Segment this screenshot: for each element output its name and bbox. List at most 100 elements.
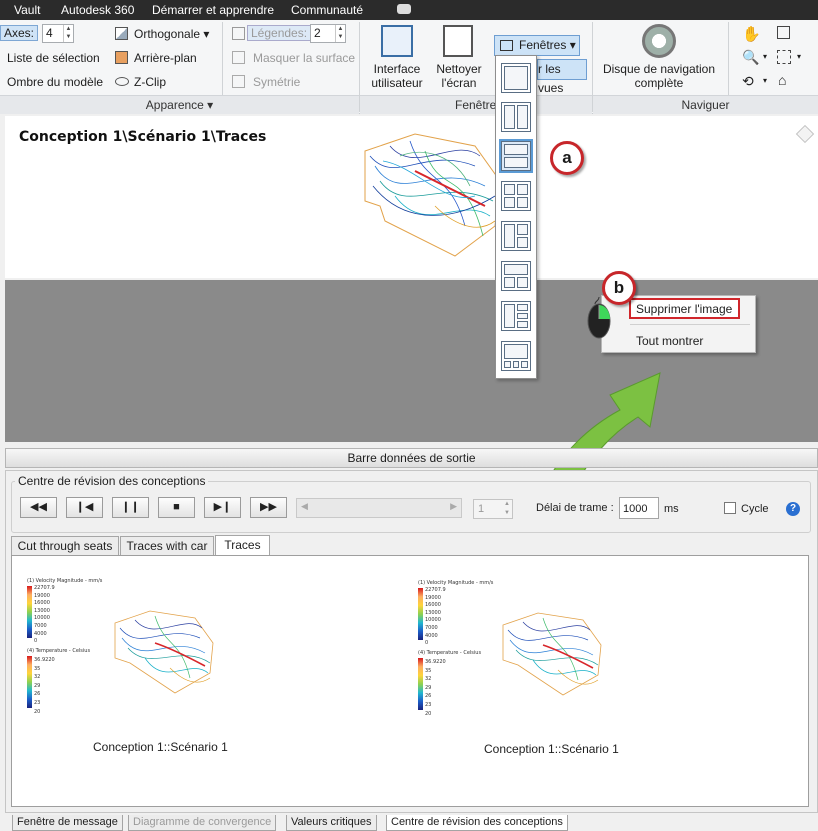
pan-icon[interactable]: ✋ bbox=[742, 25, 761, 43]
axes-label[interactable]: Axes: bbox=[0, 25, 39, 41]
zoom-icon[interactable]: 🔍 bbox=[742, 49, 759, 66]
orbit-dropdown-icon[interactable]: ▾ bbox=[763, 76, 767, 85]
views-button[interactable]: r les vues bbox=[537, 59, 587, 95]
background-button[interactable]: Arrière-plan bbox=[134, 51, 197, 65]
layout-three-left[interactable] bbox=[501, 221, 531, 251]
symmetry-icon bbox=[232, 75, 245, 88]
background-icon bbox=[115, 51, 128, 64]
navigation-wheel-icon bbox=[642, 24, 676, 58]
legends-spinner[interactable]: 2 ▲ ▼ bbox=[310, 24, 346, 43]
frame-slider[interactable]: ◀ ▶ bbox=[296, 498, 462, 518]
pause-button[interactable]: ❙❙ bbox=[112, 497, 149, 518]
output-bar[interactable]: Barre données de sortie bbox=[5, 448, 818, 468]
frame-index-spinner[interactable]: 1 ▲ ▼ bbox=[473, 499, 513, 519]
review-panel-title: Centre de révision des conceptions bbox=[15, 474, 209, 488]
callout-a-badge: a bbox=[550, 141, 584, 175]
windows-dropdown-button[interactable]: Fenêtres ▾ bbox=[494, 35, 580, 56]
layout-three-top[interactable] bbox=[501, 261, 531, 291]
thumbnail-traces-image bbox=[114, 610, 214, 694]
tab-convergence-plot[interactable]: Diagramme de convergence bbox=[128, 815, 277, 831]
menu-autodesk360[interactable]: Autodesk 360 bbox=[61, 3, 134, 17]
layout-four-left[interactable] bbox=[501, 301, 531, 331]
thumbnail-caption-2: Conception 1::Scénario 1 bbox=[484, 742, 619, 756]
user-interface-icon bbox=[381, 25, 413, 57]
selection-list-button[interactable]: Liste de sélection bbox=[7, 51, 100, 65]
rewind-button[interactable]: ◀◀ bbox=[20, 497, 57, 518]
tab-cut-through-seats[interactable]: Cut through seats bbox=[11, 536, 119, 555]
orthographic-dropdown[interactable]: Orthogonale ▾ bbox=[134, 27, 209, 41]
fast-forward-button[interactable]: ▶▶ bbox=[250, 497, 287, 518]
tab-traces-with-car[interactable]: Traces with car bbox=[120, 536, 214, 555]
zclip-button[interactable]: Z-Clip bbox=[134, 75, 166, 89]
window-group-label[interactable]: Fenêtre bbox=[360, 95, 592, 114]
zoom-dropdown-icon[interactable]: ▾ bbox=[763, 52, 767, 61]
layout-two-vertical[interactable] bbox=[501, 102, 531, 132]
velocity-legend-title: (1) Velocity Magnitude - mm/s bbox=[27, 578, 103, 584]
velocity-legend-ticks: 22707.9 19000 16000 13000 10000 7000 4000 0 bbox=[34, 585, 55, 645]
velocity-color-scale bbox=[418, 588, 423, 640]
thumbnail-traces-image bbox=[502, 612, 602, 696]
model-shadow-button[interactable]: Ombre du modèle bbox=[7, 75, 103, 89]
clean-screen-button[interactable]: Nettoyer l'écran bbox=[433, 62, 485, 90]
orbit-icon[interactable]: ⟲ bbox=[742, 73, 754, 90]
menu-vault[interactable]: Vault bbox=[14, 3, 40, 17]
tab-traces[interactable]: Traces bbox=[215, 535, 270, 555]
legends-label[interactable]: Légendes: bbox=[247, 25, 312, 41]
navigate-group-label[interactable]: Naviguer bbox=[593, 95, 818, 114]
layout-single[interactable] bbox=[501, 63, 531, 93]
delete-image-menu-item[interactable]: Supprimer l'image bbox=[629, 298, 740, 319]
velocity-color-scale bbox=[27, 586, 32, 638]
show-all-menu-item[interactable]: Tout montrer bbox=[636, 334, 703, 348]
layout-four[interactable] bbox=[501, 181, 531, 211]
clean-screen-icon bbox=[443, 25, 473, 57]
zclip-icon bbox=[115, 77, 129, 86]
stop-button[interactable]: ■ bbox=[158, 497, 195, 518]
temperature-legend-title: (4) Temperature - Celsius bbox=[418, 650, 482, 656]
zoom-all-icon[interactable] bbox=[777, 50, 791, 64]
callout-b-badge: b bbox=[602, 271, 636, 305]
zoom-all-dropdown-icon[interactable]: ▾ bbox=[797, 52, 801, 61]
tab-message-window[interactable]: Fenêtre de message bbox=[12, 815, 123, 831]
layout-two-horizontal[interactable] bbox=[499, 139, 533, 173]
windows-icon bbox=[500, 40, 513, 51]
menu-bar: Vault Autodesk 360 Démarrer et apprendre… bbox=[0, 0, 818, 20]
temperature-color-scale bbox=[27, 656, 32, 708]
temperature-legend-ticks: 36.9220 35 32 29 26 23 20 bbox=[425, 659, 446, 717]
user-interface-button[interactable]: Interface utilisateur bbox=[366, 62, 428, 90]
thumbnail-caption-1: Conception 1::Scénario 1 bbox=[93, 740, 228, 754]
appearance-group-label[interactable]: Apparence ▾ bbox=[0, 95, 359, 114]
symmetry-button[interactable]: Symétrie bbox=[253, 75, 300, 89]
navigation-wheel-button[interactable]: Disque de navigation complète bbox=[598, 62, 720, 90]
hide-surface-button[interactable]: Masquer la surface bbox=[253, 51, 355, 65]
axes-spinner[interactable]: 4 ▲ ▼ bbox=[42, 24, 74, 43]
velocity-legend-title: (1) Velocity Magnitude - mm/s bbox=[418, 580, 494, 586]
tab-design-review-center[interactable]: Centre de révision des conceptions bbox=[386, 815, 568, 831]
temperature-legend-title: (4) Temperature - Celsius bbox=[27, 648, 91, 654]
look-at-icon[interactable] bbox=[777, 26, 790, 39]
step-back-button[interactable]: ❙◀ bbox=[66, 497, 103, 518]
step-forward-button[interactable]: ▶❙ bbox=[204, 497, 241, 518]
right-click-mouse-icon bbox=[587, 297, 611, 339]
ribbon: Axes: 4 ▲ ▼ Orthogonale ▾ Liste de sélecti… bbox=[0, 20, 818, 114]
scenario-thumbnail-2[interactable]: (1) Velocity Magnitude - mm/s 22707.9 190… bbox=[416, 580, 616, 720]
hide-surface-icon bbox=[232, 51, 245, 64]
menu-divider bbox=[630, 324, 750, 325]
viewport-title: Conception 1\Scénario 1\Traces bbox=[19, 129, 267, 145]
orthographic-icon bbox=[115, 27, 128, 40]
temperature-color-scale bbox=[418, 658, 423, 710]
cycle-checkbox[interactable] bbox=[724, 502, 736, 514]
frame-delay-unit: ms bbox=[664, 503, 679, 515]
traces-model-image bbox=[364, 133, 501, 257]
home-icon[interactable]: ⌂ bbox=[778, 72, 786, 88]
temperature-legend-ticks: 36.9220 35 32 29 26 23 20 bbox=[34, 657, 55, 715]
menu-getting-started[interactable]: Démarrer et apprendre bbox=[152, 3, 274, 17]
frame-delay-label: Délai de trame : bbox=[536, 502, 614, 514]
window-layout-dropdown bbox=[495, 55, 537, 379]
scenario-thumbnail-1[interactable]: (1) Velocity Magnitude - mm/s 22707.9 190… bbox=[25, 578, 225, 718]
menu-community[interactable]: Communauté bbox=[291, 3, 363, 17]
legends-icon bbox=[232, 27, 245, 40]
frame-delay-input[interactable]: 1000 bbox=[619, 497, 659, 519]
help-icon[interactable]: ? bbox=[786, 502, 800, 516]
app-toggle-icon[interactable] bbox=[397, 4, 411, 14]
tab-critical-values[interactable]: Valeurs critiques bbox=[286, 815, 377, 831]
